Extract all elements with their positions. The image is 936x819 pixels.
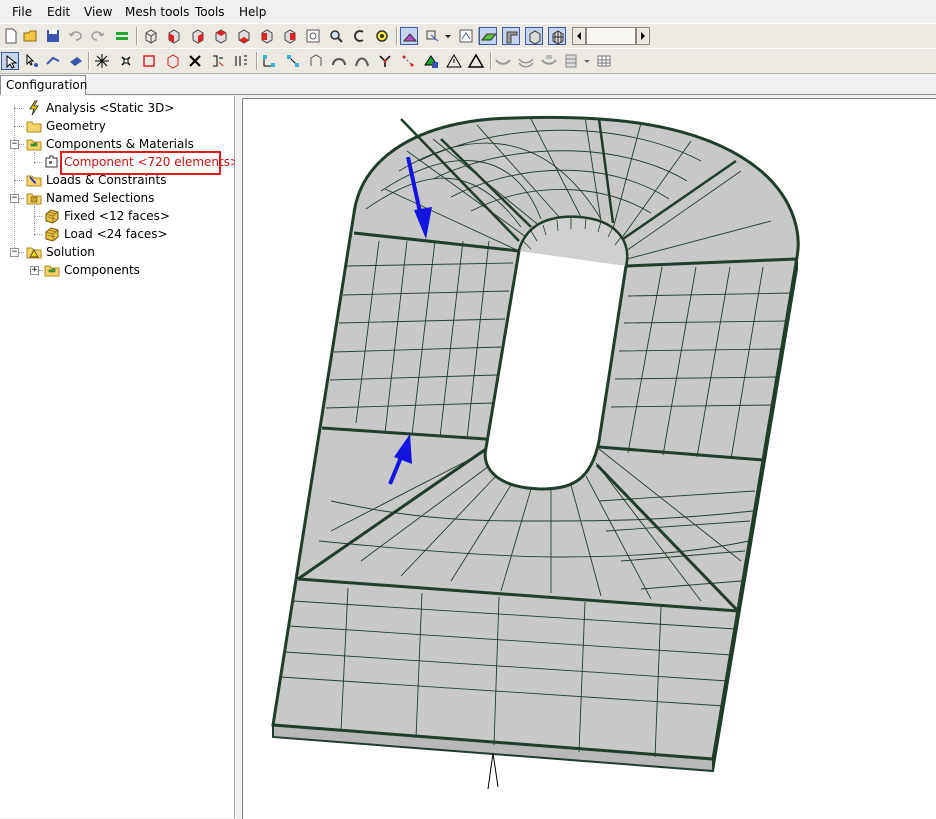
menu-mesh-tools[interactable]: Mesh tools: [123, 4, 191, 20]
node-move-icon[interactable]: [260, 52, 278, 70]
extrude-icon[interactable]: [307, 52, 325, 70]
mesh-cube-icon[interactable]: [548, 27, 566, 45]
solid-cube-icon[interactable]: [525, 27, 543, 45]
cube-bottom-icon[interactable]: [235, 27, 253, 45]
dropdown-arrow-icon[interactable]: [443, 27, 453, 45]
components-folder-icon: [44, 262, 60, 278]
expander-components-materials[interactable]: −: [10, 140, 19, 149]
surface-smooth-icon[interactable]: [494, 52, 512, 70]
highlight-box: [60, 151, 221, 175]
loads-folder-icon: [26, 172, 42, 188]
new-file-icon[interactable]: [2, 27, 20, 45]
equals-icon[interactable]: [113, 27, 131, 45]
expander-named-selections[interactable]: −: [10, 194, 19, 203]
surface-mesh-icon[interactable]: [540, 52, 558, 70]
shell-icon[interactable]: [502, 27, 520, 45]
tab-configuration[interactable]: Configuration: [0, 75, 87, 95]
layers-dropdown-arrow-icon[interactable]: [582, 52, 592, 70]
delete-icon[interactable]: [186, 52, 204, 70]
surface-offset-icon[interactable]: [517, 52, 535, 70]
undo-icon[interactable]: [66, 27, 84, 45]
rotate-icon[interactable]: [350, 27, 368, 45]
triangle-outline-icon[interactable]: [467, 52, 485, 70]
warning-triangle-icon[interactable]: [445, 52, 463, 70]
view-settings-icon[interactable]: [457, 27, 475, 45]
rectangle-icon[interactable]: [140, 52, 158, 70]
scroll-left-arrow-icon[interactable]: [572, 27, 586, 45]
view-options-icon[interactable]: [424, 27, 442, 45]
explode-icon[interactable]: [93, 52, 111, 70]
shaded-surface-icon[interactable]: [479, 27, 498, 45]
split-icon[interactable]: [209, 52, 227, 70]
scroll-right-arrow-icon[interactable]: [636, 27, 650, 45]
3d-viewport[interactable]: [242, 98, 936, 819]
main-toolbar: [0, 23, 936, 49]
element-quality-icon[interactable]: [422, 52, 440, 70]
zoom-icon[interactable]: [327, 27, 345, 45]
cube-left-icon[interactable]: [258, 27, 276, 45]
layers-icon[interactable]: [232, 52, 250, 70]
cube-back-icon[interactable]: [189, 27, 207, 45]
select-face-icon[interactable]: [67, 52, 85, 70]
menu-help[interactable]: Help: [237, 4, 268, 20]
sweep-icon[interactable]: [353, 52, 371, 70]
components-folder-icon: [26, 136, 42, 152]
node-cloud-icon[interactable]: [399, 52, 417, 70]
face-set-icon: [44, 208, 60, 224]
revolve-icon[interactable]: [330, 52, 348, 70]
node-marker-icon[interactable]: [117, 52, 135, 70]
save-icon[interactable]: [44, 27, 62, 45]
merge-nodes-icon[interactable]: [376, 52, 394, 70]
table-icon[interactable]: [595, 52, 613, 70]
panel-splitter[interactable]: [235, 96, 242, 818]
folder-icon: [26, 118, 42, 134]
select-edge-icon[interactable]: [44, 52, 62, 70]
pan-icon[interactable]: [373, 27, 391, 45]
layers-grid-icon[interactable]: [562, 52, 580, 70]
lightning-icon: [26, 100, 42, 116]
toolbar-scroll-track[interactable]: [586, 27, 636, 45]
menu-bar: File Edit View Mesh tools Tools Help: [0, 0, 936, 22]
cube-front-icon[interactable]: [165, 27, 183, 45]
menu-file[interactable]: File: [10, 4, 34, 20]
menu-edit[interactable]: Edit: [45, 4, 72, 20]
display-mode-icon[interactable]: [400, 27, 418, 45]
expander-solution[interactable]: −: [10, 248, 19, 257]
menu-tools[interactable]: Tools: [193, 4, 227, 20]
select-node-icon[interactable]: [23, 52, 41, 70]
wireframe-cube-icon[interactable]: [142, 27, 160, 45]
cube-top-icon[interactable]: [212, 27, 230, 45]
component-puzzle-icon: [44, 154, 60, 170]
model-tree: − − − + Analysis <Static 3D> Geometry Co…: [0, 96, 240, 818]
cube-right-icon[interactable]: [281, 27, 299, 45]
redo-icon[interactable]: [89, 27, 107, 45]
zoom-fit-icon[interactable]: [304, 27, 322, 45]
selections-folder-icon: [26, 190, 42, 206]
solution-warning-icon: [26, 244, 42, 260]
hex-element-icon[interactable]: [164, 52, 182, 70]
expander-solution-components[interactable]: +: [30, 266, 39, 275]
menu-view[interactable]: View: [82, 4, 114, 20]
mesh-toolbar: [0, 48, 936, 74]
open-folder-icon[interactable]: [22, 27, 40, 45]
select-arrow-icon[interactable]: [1, 52, 19, 70]
face-set-icon: [44, 226, 60, 242]
node-align-icon[interactable]: [284, 52, 302, 70]
mesh-model: [271, 115, 800, 790]
